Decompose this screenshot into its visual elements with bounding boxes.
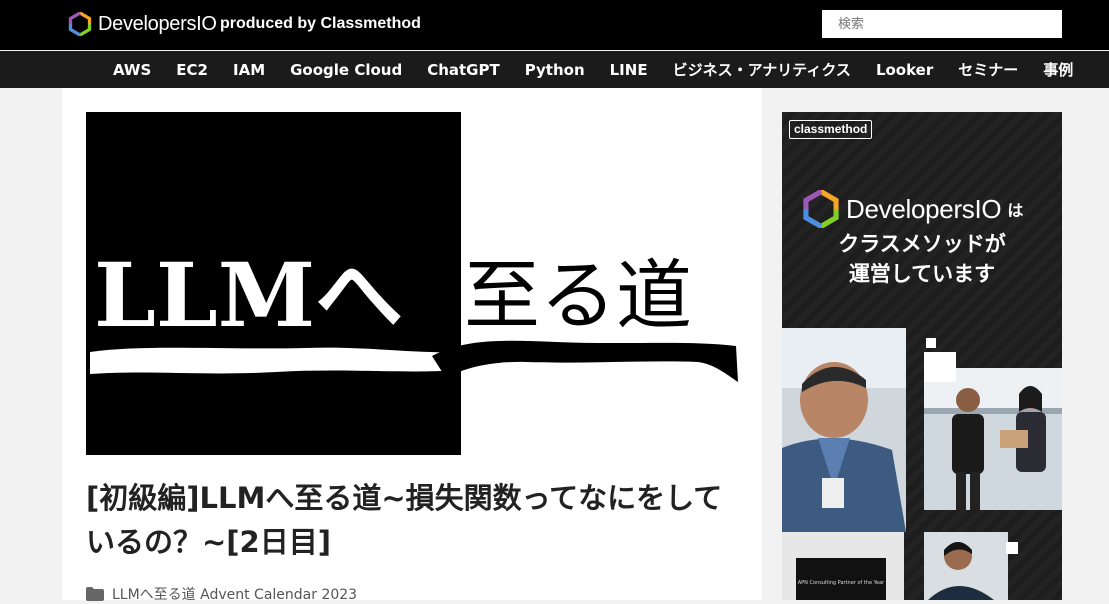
hexagon-logo-icon — [68, 12, 92, 36]
award-text: APN Consulting Partner of the Year — [798, 580, 885, 586]
ad-photo-smiling-man — [782, 328, 906, 532]
hero-text-right: 至る道 — [464, 251, 692, 340]
article-category[interactable]: LLMへ至る道 Advent Calendar 2023 — [86, 584, 357, 604]
search-input[interactable] — [822, 10, 1062, 38]
ad-decor-square — [1006, 542, 1018, 554]
nav-item-iam[interactable]: IAM — [233, 61, 265, 79]
article-card: LLMへ 至る道 [初級編]LLMへ至る道~損失関数ってなにをしているの？~[2… — [62, 88, 762, 603]
nav-item-aws[interactable]: AWS — [113, 61, 151, 79]
nav-item-looker[interactable]: Looker — [876, 61, 933, 79]
ad-photo-office-team — [924, 368, 1062, 510]
ad-brand-name: DevelopersIO — [846, 193, 1002, 224]
hero-text-left: LLMへ — [94, 243, 403, 347]
nav-item-seminar[interactable]: セミナー — [958, 59, 1018, 80]
article-title[interactable]: [初級編]LLMへ至る道~損失関数ってなにをしているの？~[2日目] — [86, 476, 736, 564]
brand-tagline: produced by Classmethod — [220, 15, 421, 32]
site-logo[interactable]: DevelopersIO — [68, 10, 217, 38]
category-label: LLMへ至る道 Advent Calendar 2023 — [112, 587, 358, 603]
nav-item-business-analytics[interactable]: ビジネス・アナリティクス — [673, 59, 851, 80]
nav-item-ec2[interactable]: EC2 — [176, 61, 208, 79]
folder-icon — [86, 587, 104, 601]
nav-item-chatgpt[interactable]: ChatGPT — [427, 61, 500, 79]
ad-line-2: 運営しています — [848, 262, 996, 286]
top-header: DevelopersIO produced by Classmethod — [0, 0, 1109, 50]
ad-brand: DevelopersIO は — [802, 190, 1023, 228]
category-nav: AWS EC2 IAM Google Cloud ChatGPT Python … — [0, 51, 1109, 88]
ad-line-1: クラスメソッドが — [838, 232, 1006, 256]
brand-name: DevelopersIO — [98, 12, 217, 35]
ad-photo-award: APN Consulting Partner of the Year — [782, 532, 904, 600]
ad-brand-suffix: は — [1007, 201, 1024, 220]
nav-item-line[interactable]: LINE — [610, 61, 648, 79]
ad-decor-square — [926, 338, 936, 348]
ad-decor-square — [924, 352, 956, 382]
article-hero-image[interactable]: LLMへ 至る道 — [86, 112, 738, 455]
hexagon-logo-icon — [803, 190, 839, 228]
nav-item-case-studies[interactable]: 事例 — [1043, 59, 1073, 80]
ad-photo-man-at-desk — [924, 532, 1008, 600]
nav-item-python[interactable]: Python — [525, 61, 585, 79]
nav-item-google-cloud[interactable]: Google Cloud — [290, 61, 402, 79]
nav-items: AWS EC2 IAM Google Cloud ChatGPT Python … — [113, 51, 1073, 88]
sidebar-ad[interactable]: classmethod DevelopersIO は クラスメソッドが 運営して… — [782, 112, 1062, 600]
classmethod-badge: classmethod — [789, 120, 873, 139]
